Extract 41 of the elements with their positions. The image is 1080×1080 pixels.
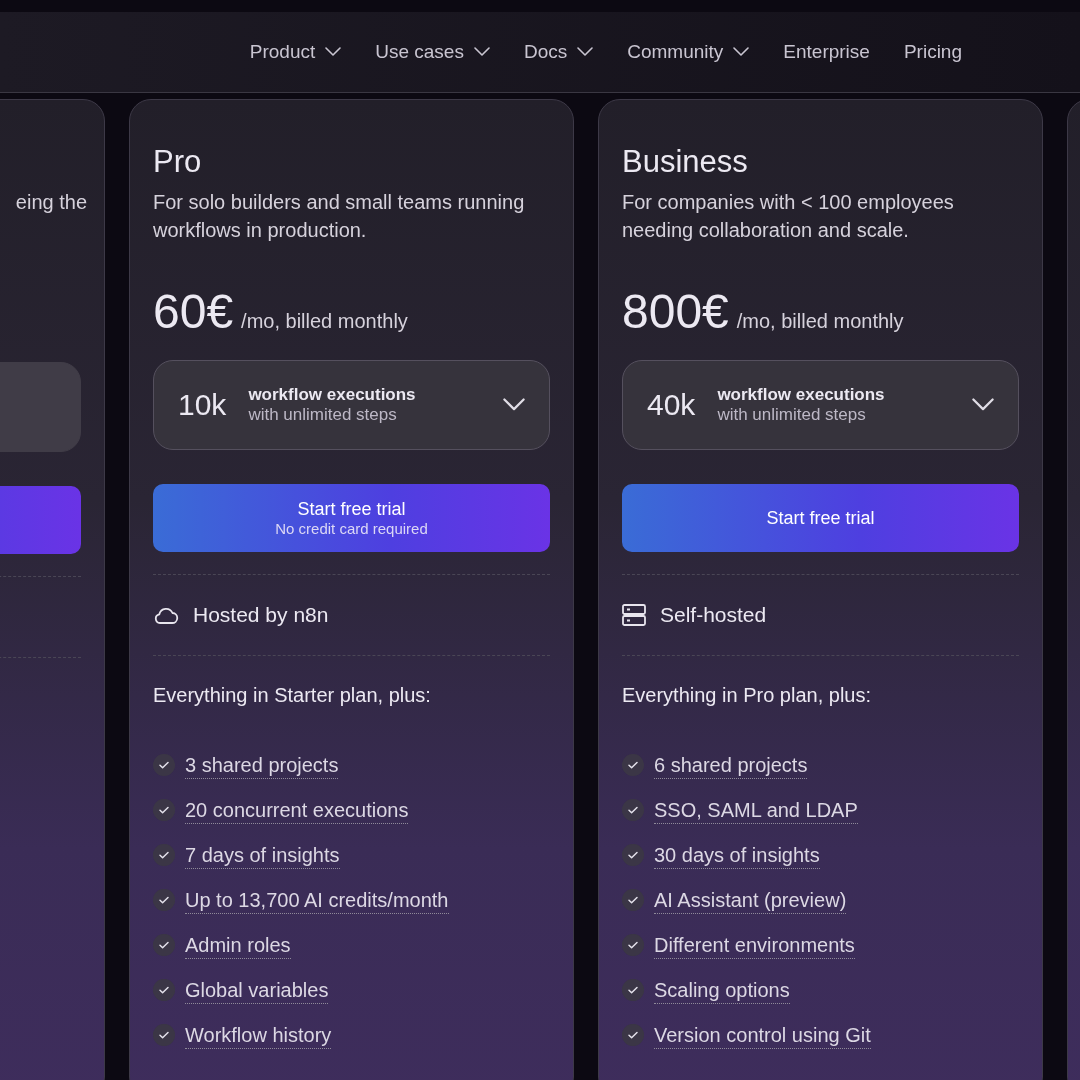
feature-item[interactable]: Version control using Git <box>654 1021 871 1049</box>
feature-item[interactable]: 20 concurrent executions <box>185 796 409 824</box>
feature-item[interactable]: SSO, SAML and LDAP <box>654 796 858 824</box>
plan-description: For solo builders and small teams running workflows in production. <box>153 190 526 243</box>
hosting-label: Hosted by n8n <box>193 603 329 627</box>
feature-item[interactable]: Global variables <box>185 976 329 1004</box>
price: 60€ <box>153 284 234 340</box>
feature-item[interactable]: Workflow history <box>185 1021 332 1049</box>
chevron-down-icon <box>972 398 994 412</box>
server-icon <box>622 604 646 626</box>
executions-dropdown[interactable]: 40k workflow executions with unlimited steps <box>622 360 1019 450</box>
feature-item[interactable]: 6 shared projects <box>654 751 808 779</box>
feature-item[interactable]: 7 days of insights <box>185 841 340 869</box>
feature-item[interactable]: Scaling options <box>654 976 790 1004</box>
features-intro: Everything in Pro plan, plus: <box>622 684 873 707</box>
feature-item[interactable]: Different environments <box>654 931 855 959</box>
nav-link[interactable]: Product <box>249 41 342 63</box>
features-intro: Everything in Starter plan, plus: <box>153 684 432 707</box>
feature-item[interactable]: AI Assistant (preview) <box>654 886 847 914</box>
nav-link[interactable]: Docs <box>523 41 594 63</box>
feature-item[interactable]: Admin roles <box>185 931 291 959</box>
feature-item[interactable]: 3 shared projects <box>185 751 339 779</box>
executions-dropdown[interactable]: 10k workflow executions with unlimited steps <box>153 360 550 450</box>
nav-link[interactable]: Use cases <box>375 41 490 63</box>
billing-period: /mo, billed monthly <box>241 310 408 333</box>
feature-item[interactable]: 30 days of insights <box>654 841 820 869</box>
start-trial-button[interactable]: Start free trial <box>622 484 1019 552</box>
plan-description: For companies with < 100 employees needing collaboration and scale. <box>622 190 955 243</box>
plan-name: Pro <box>153 143 203 181</box>
hosting-label: Self-hosted <box>660 603 767 627</box>
cloud-icon <box>153 606 179 624</box>
nav-link[interactable]: Community <box>627 41 750 63</box>
plan-name: Business <box>622 143 749 181</box>
feature-item[interactable]: Up to 13,700 AI credits/month <box>185 886 449 914</box>
plan-description: eing the <box>14 190 87 215</box>
chevron-down-icon <box>503 398 525 412</box>
start-trial-button[interactable]: Start free trial No credit card required <box>153 484 550 552</box>
price: 800€ <box>622 284 729 340</box>
billing-period: /mo, billed monthly <box>736 310 904 333</box>
nav-link[interactable]: Enterprise <box>783 41 870 63</box>
nav-link[interactable]: Pricing <box>903 41 962 63</box>
